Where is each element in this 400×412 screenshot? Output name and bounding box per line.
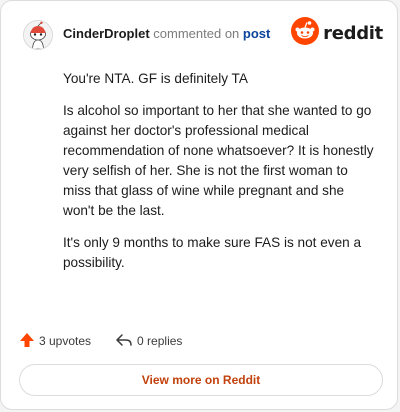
upvotes-stat[interactable]: 3 upvotes [19, 332, 91, 351]
comment-meta: CinderDroplet commented on post [63, 26, 270, 41]
comment-embed-card: CinderDroplet commented on post reddit Y… [0, 0, 398, 410]
comment-header: CinderDroplet commented on post reddit [17, 15, 383, 53]
replies-stat[interactable]: 0 replies [115, 332, 182, 351]
replies-label: 0 replies [137, 334, 183, 348]
post-link[interactable]: post [243, 26, 270, 41]
comment-paragraph: It's only 9 months to make sure FAS is n… [63, 235, 362, 270]
comment-paragraph: You're NTA. GF is definitely TA [63, 71, 248, 86]
reddit-logo-icon [291, 16, 320, 50]
comment-paragraph: Is alcohol so important to her that she … [63, 103, 374, 218]
reply-arrow-icon [115, 332, 137, 351]
action-text: commented on [153, 26, 240, 41]
upvote-arrow-icon [19, 332, 39, 351]
comment-footer: 3 upvotes 0 replies [19, 331, 182, 351]
username-link[interactable]: CinderDroplet [63, 26, 150, 41]
reddit-logo[interactable]: reddit [291, 16, 383, 50]
upvotes-label: 3 upvotes [39, 334, 92, 348]
view-more-button[interactable]: View more on Reddit [19, 364, 383, 396]
snoo-avatar-icon [24, 21, 52, 49]
user-avatar[interactable] [23, 20, 53, 50]
comment-body: You're NTA. GF is definitely TA Is alcoh… [63, 69, 375, 285]
reddit-wordmark: reddit [323, 22, 383, 44]
